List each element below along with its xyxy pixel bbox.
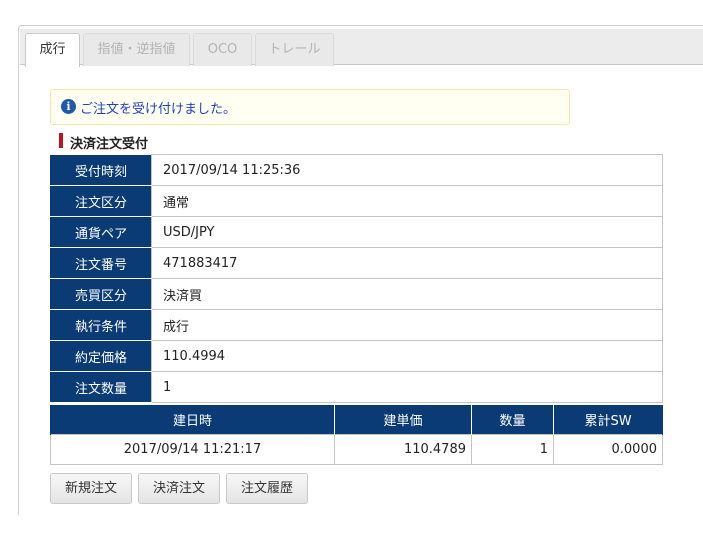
detail-value: 2017/09/14 11:25:36 xyxy=(151,154,663,186)
detail-value: 110.4994 xyxy=(151,340,663,372)
order-detail-table: 受付時刻 2017/09/14 11:25:36 注文区分 通常 通貨ペア USD/J… xyxy=(50,154,663,403)
detail-row: 注文数量 1 xyxy=(50,371,663,403)
detail-row: 注文区分 通常 xyxy=(50,185,663,217)
column-header-open-datetime: 建日時 xyxy=(50,405,335,435)
section-marker xyxy=(59,133,63,148)
table-row: 2017/09/14 11:21:17 110.4789 1 0.0000 xyxy=(50,434,663,465)
column-header-open-price: 建単価 xyxy=(334,405,472,435)
detail-row: 注文番号 471883417 xyxy=(50,247,663,279)
detail-label: 注文数量 xyxy=(50,371,152,403)
cell-quantity: 1 xyxy=(471,434,554,465)
tab-trailing-order[interactable]: トレール xyxy=(255,33,334,66)
detail-value: 成行 xyxy=(151,309,663,341)
column-header-quantity: 数量 xyxy=(471,405,554,435)
detail-label: 注文区分 xyxy=(50,185,152,217)
detail-label: 約定価格 xyxy=(50,340,152,372)
cell-open-price: 110.4789 xyxy=(334,434,472,465)
detail-label: 注文番号 xyxy=(50,247,152,279)
position-header-row: 建日時 建単価 数量 累計SW xyxy=(50,405,663,435)
cell-open-datetime: 2017/09/14 11:21:17 xyxy=(50,434,335,465)
detail-value: 通常 xyxy=(151,185,663,217)
detail-label: 売買区分 xyxy=(50,278,152,310)
detail-label: 執行条件 xyxy=(50,309,152,341)
detail-row: 受付時刻 2017/09/14 11:25:36 xyxy=(50,154,663,186)
tab-limit-stop-order[interactable]: 指値・逆指値 xyxy=(83,33,190,66)
tab-oco-order[interactable]: OCO xyxy=(193,33,252,66)
order-accepted-notice: i ご注文を受け付けました。 xyxy=(50,89,570,125)
section-title: 決済注文受付 xyxy=(70,137,149,152)
detail-row: 執行条件 成行 xyxy=(50,309,663,341)
order-history-button[interactable]: 注文履歴 xyxy=(226,473,308,504)
new-order-button[interactable]: 新規注文 xyxy=(50,473,132,504)
detail-row: 約定価格 110.4994 xyxy=(50,340,663,372)
position-table: 建日時 建単価 数量 累計SW 2017/09/14 11:21:17 110.… xyxy=(50,405,663,465)
detail-value: USD/JPY xyxy=(151,216,663,248)
detail-value: 471883417 xyxy=(151,247,663,279)
close-order-button[interactable]: 決済注文 xyxy=(138,473,220,504)
tab-market-order[interactable]: 成行 xyxy=(25,33,80,67)
detail-row: 売買区分 決済買 xyxy=(50,278,663,310)
detail-value: 1 xyxy=(151,371,663,403)
notice-text: ご注文を受け付けました。 xyxy=(80,102,237,117)
column-header-cumulative-swap: 累計SW xyxy=(553,405,663,435)
detail-row: 通貨ペア USD/JPY xyxy=(50,216,663,248)
cell-cumulative-swap: 0.0000 xyxy=(553,434,663,465)
detail-value: 決済買 xyxy=(151,278,663,310)
detail-label: 通貨ペア xyxy=(50,216,152,248)
detail-label: 受付時刻 xyxy=(50,154,152,186)
info-icon: i xyxy=(61,99,76,114)
